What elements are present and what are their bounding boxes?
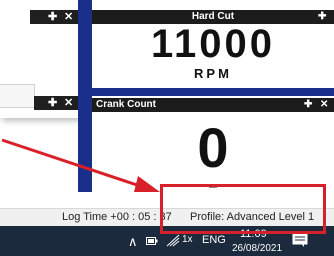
annotation-arrow-line — [1, 138, 141, 188]
annotation-highlight-box — [160, 184, 326, 234]
annotation-arrowhead — [134, 176, 160, 192]
